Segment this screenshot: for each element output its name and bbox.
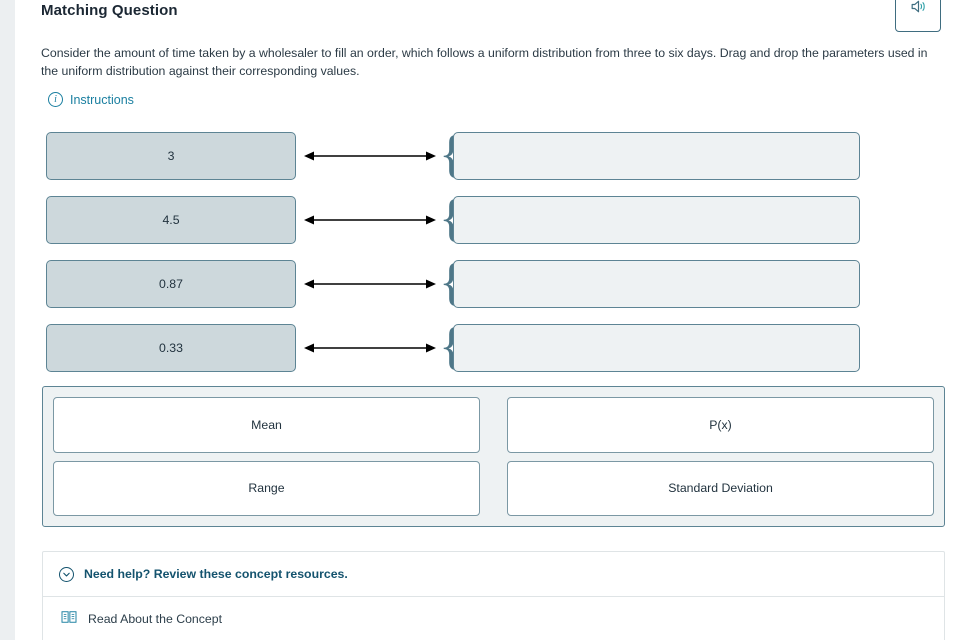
double-arrow-icon — [304, 340, 436, 356]
drop-zone[interactable] — [453, 324, 860, 372]
value-tile[interactable]: 0.33 — [46, 324, 296, 372]
info-icon: i — [48, 92, 63, 107]
double-arrow-icon — [304, 276, 436, 292]
chevron-down-circle-icon — [59, 566, 74, 582]
drop-zone[interactable] — [453, 196, 860, 244]
answer-option-px[interactable]: P(x) — [507, 397, 934, 453]
audio-playback-button[interactable] — [895, 0, 941, 32]
answer-option-mean[interactable]: Mean — [53, 397, 480, 453]
answer-bank: Mean P(x) Range Standard Deviation — [42, 386, 945, 527]
page-title: Matching Question — [41, 2, 178, 19]
read-about-concept-link[interactable]: Read About the Concept — [43, 597, 944, 640]
instructions-link[interactable]: i Instructions — [48, 92, 134, 107]
double-arrow-icon — [304, 148, 436, 164]
open-book-icon — [61, 610, 77, 629]
value-tile[interactable]: 3 — [46, 132, 296, 180]
read-about-concept-label: Read About the Concept — [88, 612, 222, 626]
help-toggle[interactable]: Need help? Review these concept resource… — [43, 552, 944, 597]
drop-zone[interactable] — [453, 132, 860, 180]
value-tile[interactable]: 4.5 — [46, 196, 296, 244]
question-page: Matching Question Consider the amount of… — [15, 0, 960, 640]
double-arrow-icon — [304, 212, 436, 228]
left-gutter — [0, 0, 15, 640]
table-row: 4.5 { — [15, 190, 960, 254]
question-prompt: Consider the amount of time taken by a w… — [41, 46, 928, 78]
table-row: 0.87 { — [15, 254, 960, 318]
drop-zone[interactable] — [453, 260, 860, 308]
table-row: 3 { — [15, 126, 960, 190]
matching-rows: 3 { 4.5 {0.87 {0.33 { — [15, 126, 960, 382]
help-card: Need help? Review these concept resource… — [42, 551, 945, 640]
answer-option-standard-deviation[interactable]: Standard Deviation — [507, 460, 934, 516]
table-row: 0.33 { — [15, 318, 960, 382]
help-header-label: Need help? Review these concept resource… — [84, 567, 348, 581]
speaker-icon — [909, 0, 928, 21]
value-tile[interactable]: 0.87 — [46, 260, 296, 308]
answer-option-range[interactable]: Range — [53, 460, 480, 516]
instructions-label: Instructions — [70, 92, 134, 107]
